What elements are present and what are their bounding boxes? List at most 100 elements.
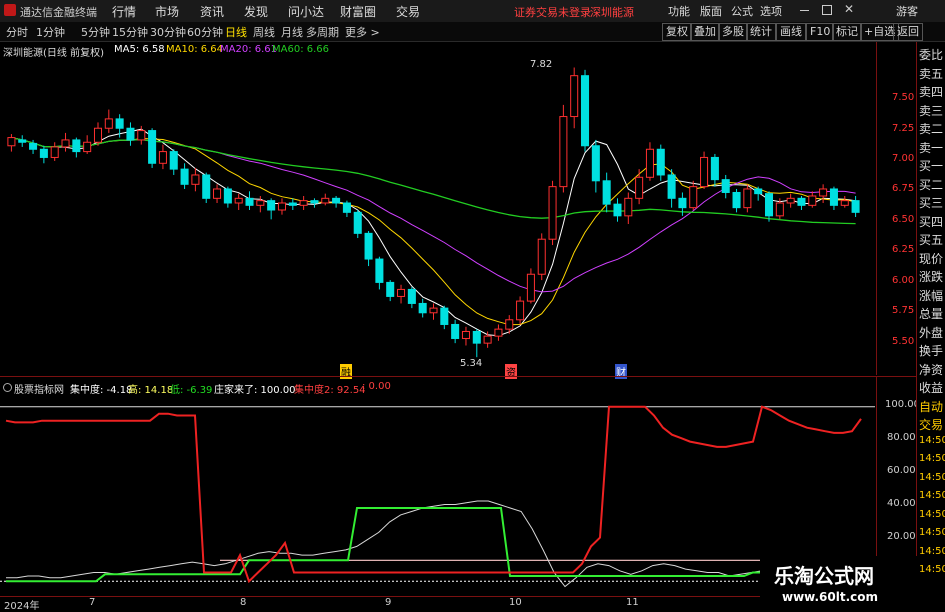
indicator-dot-icon[interactable]: [3, 383, 12, 392]
candle-body: [635, 176, 644, 199]
tab-timeshare[interactable]: 分时: [6, 24, 28, 40]
side-panel-label[interactable]: 14:50: [919, 546, 945, 557]
menu-market2[interactable]: 市场: [155, 3, 179, 20]
candle-body: [505, 319, 514, 330]
side-panel-label[interactable]: 卖一: [919, 139, 943, 156]
tab-1min[interactable]: 1分钟: [36, 24, 65, 40]
side-panel-label[interactable]: 买二: [919, 176, 943, 193]
candle-body: [602, 180, 611, 205]
side-panel-label[interactable]: 现价: [919, 250, 943, 267]
login-warning[interactable]: 证券交易未登录: [514, 4, 591, 20]
side-panel-label[interactable]: 14:50: [919, 564, 945, 575]
side-panel-label[interactable]: 买四: [919, 213, 943, 230]
side-panel-label[interactable]: 买三: [919, 194, 943, 211]
side-panel-label[interactable]: 涨跌: [919, 268, 943, 285]
close-icon[interactable]: ✕: [844, 2, 854, 16]
title-bar: 通达信金融终端 行情 市场 资讯 发现 问小达 财富圈 交易 证券交易未登录 深…: [0, 0, 945, 23]
side-panel-label[interactable]: 14:50: [919, 435, 945, 446]
draw-button[interactable]: 画线: [776, 23, 806, 41]
menu-wealth[interactable]: 财富圈: [340, 3, 376, 20]
candle-body: [213, 188, 222, 199]
menu-news[interactable]: 资讯: [200, 3, 224, 20]
side-panel-label[interactable]: 卖二: [919, 120, 943, 137]
side-panel-label[interactable]: 委比: [919, 46, 943, 63]
tab-15min[interactable]: 15分钟: [112, 24, 148, 40]
candle-body: [764, 193, 774, 217]
indicator-tick: 60.00: [887, 465, 916, 476]
candle-body: [277, 202, 286, 211]
side-panel-label[interactable]: 总量: [919, 305, 943, 322]
candle-body: [148, 130, 157, 164]
side-panel-label[interactable]: 卖三: [919, 102, 943, 119]
menu-discover[interactable]: 发现: [244, 3, 268, 20]
indicator-tick: 80.00: [887, 432, 916, 443]
candle-body: [353, 211, 362, 234]
price-tick: 6.50: [892, 214, 915, 225]
side-panel-label[interactable]: 买一: [919, 157, 943, 174]
candle-body: [754, 188, 763, 195]
restore-icon[interactable]: [822, 5, 832, 15]
side-panel-label[interactable]: 14:50: [919, 453, 945, 464]
candle-body: [743, 188, 752, 209]
side-panel-label[interactable]: 交易: [919, 416, 943, 433]
side-panel-label[interactable]: 卖五: [919, 65, 943, 82]
watermark: 乐淘公式网 www.60lt.com: [760, 556, 920, 609]
menu-options[interactable]: 选项: [760, 3, 782, 19]
minimize-icon[interactable]: [800, 10, 809, 11]
tail-value: : 0.00: [362, 381, 391, 392]
menu-market[interactable]: 行情: [112, 3, 136, 20]
overlay-button[interactable]: 叠加: [690, 23, 720, 41]
candlestick-chart[interactable]: [0, 56, 875, 366]
side-panel-label[interactable]: 14:50: [919, 509, 945, 520]
candle-body: [288, 202, 297, 206]
side-panel-label[interactable]: 净资: [919, 361, 943, 378]
stats-button[interactable]: 统计: [746, 23, 776, 41]
candle-body: [180, 168, 189, 185]
side-panel-label[interactable]: 卖四: [919, 83, 943, 100]
tab-monthly[interactable]: 月线: [281, 24, 303, 40]
multi-stock-button[interactable]: 多股: [718, 23, 748, 41]
candle-body: [267, 200, 276, 211]
tab-30min[interactable]: 30分钟: [150, 24, 186, 40]
guest-label[interactable]: 游客: [896, 3, 918, 19]
side-panel-label[interactable]: 换手: [919, 342, 943, 359]
side-panel-label[interactable]: 收益: [919, 379, 943, 396]
side-panel-label[interactable]: 外盘: [919, 324, 943, 341]
tab-weekly[interactable]: 周线: [253, 24, 275, 40]
menu-function[interactable]: 功能: [668, 3, 690, 19]
candle-body: [591, 145, 600, 182]
candle-body: [332, 197, 341, 204]
f10-button[interactable]: F10: [806, 23, 835, 41]
price-tick: 7.50: [892, 92, 915, 103]
side-panel-label[interactable]: 买五: [919, 231, 943, 248]
mark-button[interactable]: 标记: [832, 23, 862, 41]
tab-60min[interactable]: 60分钟: [187, 24, 223, 40]
side-panel-label[interactable]: 14:50: [919, 490, 945, 501]
menu-layout[interactable]: 版面: [700, 3, 722, 19]
tab-more[interactable]: 更多 >: [345, 24, 380, 40]
candle-body: [104, 118, 113, 129]
candle-body: [613, 203, 622, 217]
fuquan-button[interactable]: 复权: [662, 23, 692, 41]
price-tick: 6.25: [892, 244, 915, 255]
back-button[interactable]: 返回: [893, 23, 923, 41]
indicator-chart[interactable]: [0, 394, 875, 594]
ma5-label: MA5: 6.58: [114, 44, 165, 55]
candle-body: [472, 330, 481, 344]
tab-multi[interactable]: 多周期: [306, 24, 339, 40]
menu-formula[interactable]: 公式: [731, 3, 753, 19]
price-axis: 7.50 7.25 7.00 6.75 6.50 6.25 6.00 5.75 …: [876, 42, 917, 375]
candle-body: [559, 116, 568, 188]
side-panel-label[interactable]: 涨幅: [919, 287, 943, 304]
tab-5min[interactable]: 5分钟: [81, 24, 110, 40]
side-panel-label[interactable]: 14:50: [919, 527, 945, 538]
menu-trade[interactable]: 交易: [396, 3, 420, 20]
tab-daily[interactable]: 日线: [225, 24, 247, 40]
candle-body: [407, 288, 416, 304]
menu-ask[interactable]: 问小达: [288, 3, 324, 20]
quote-side-panel: 委比卖五 卖四卖三 卖二卖一 买一买二 买三买四 买五现价 涨跌涨幅 总量外盘 换手净资 收益自动…: [916, 42, 945, 609]
side-panel-label[interactable]: 自动: [919, 398, 943, 415]
candle-body: [7, 137, 16, 147]
side-panel-label[interactable]: 14:50: [919, 472, 945, 483]
candle-body: [667, 174, 676, 199]
